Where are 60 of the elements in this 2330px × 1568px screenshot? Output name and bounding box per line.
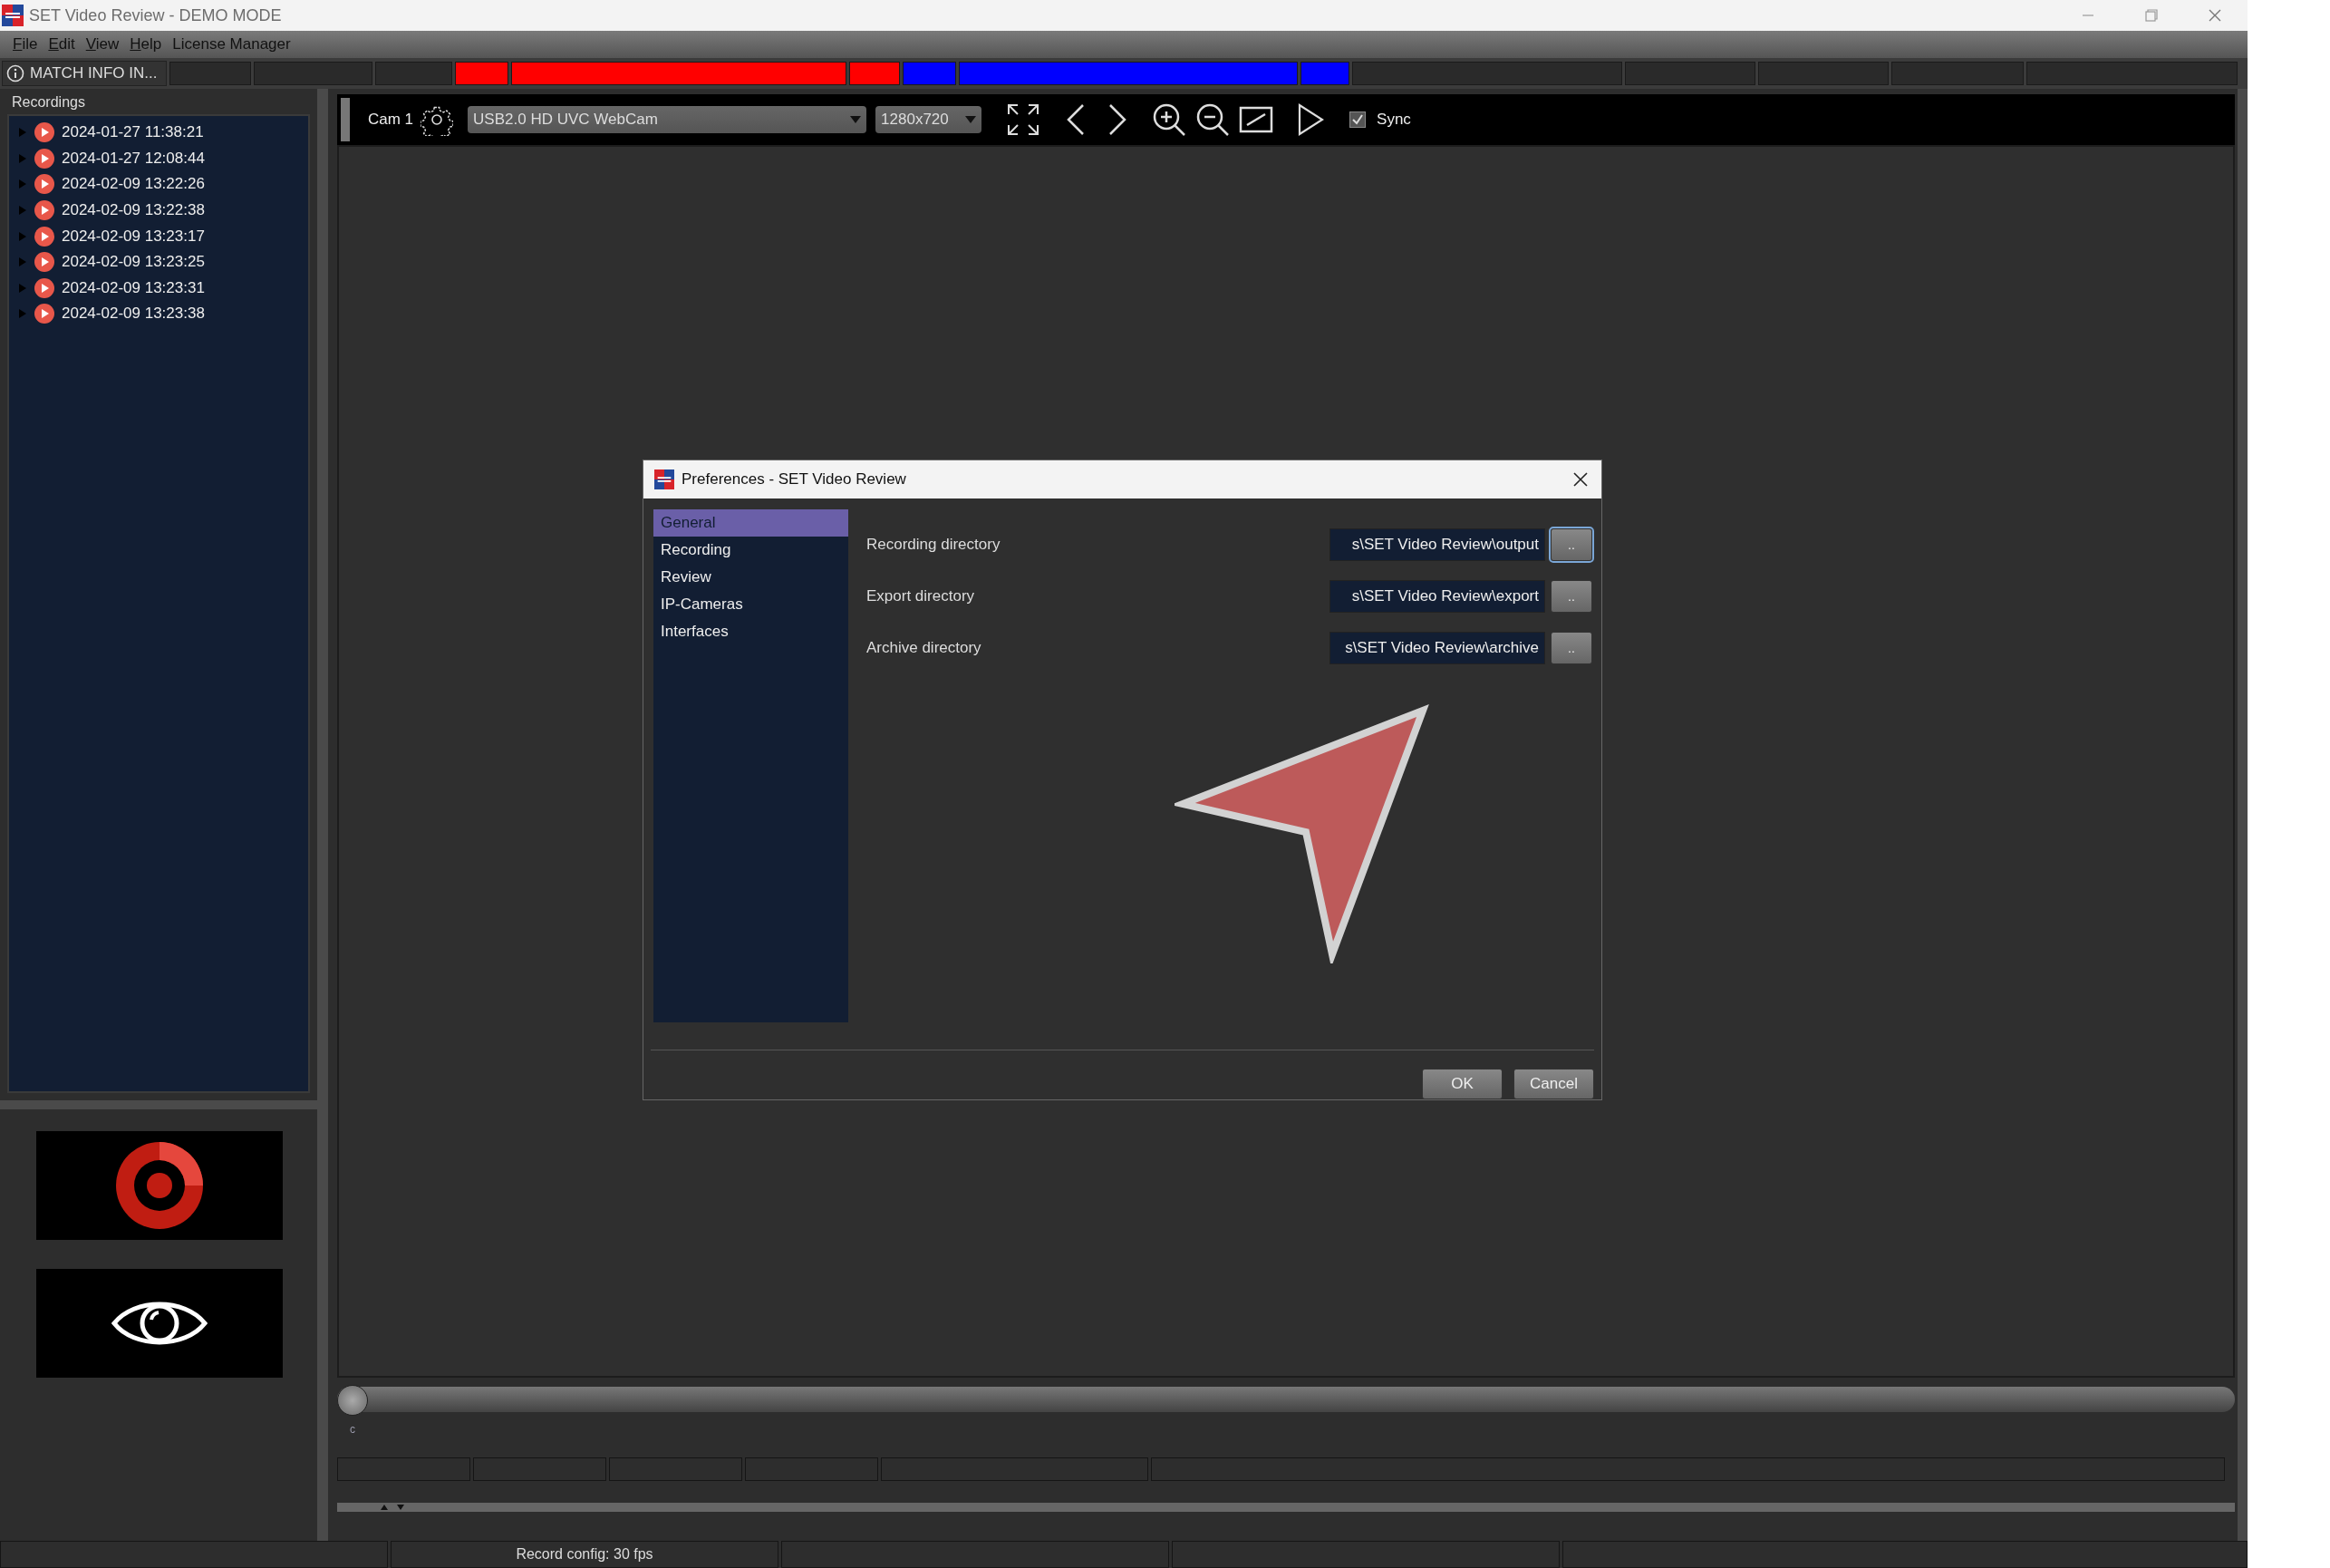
- play-circle-icon[interactable]: [34, 200, 54, 221]
- splitter-handle[interactable]: [317, 89, 328, 1541]
- play-circle-icon[interactable]: [34, 122, 54, 143]
- play-circle-icon[interactable]: [34, 148, 54, 169]
- play-icon[interactable]: [1297, 103, 1325, 136]
- browse-button[interactable]: ..: [1551, 631, 1592, 664]
- recording-timestamp[interactable]: 2024-02-09 13:23:25: [62, 253, 205, 272]
- record-target-icon: [114, 1140, 205, 1231]
- camera-label: Cam 1: [368, 111, 414, 129]
- fit-to-window-icon[interactable]: [1239, 106, 1274, 133]
- nav-item[interactable]: Interfaces: [653, 618, 848, 645]
- setting-label: Archive directory: [866, 638, 982, 657]
- play-circle-icon[interactable]: [34, 252, 54, 273]
- sync-checkbox[interactable]: [1349, 111, 1367, 128]
- nav-item[interactable]: Review: [653, 564, 848, 591]
- window-title: SET Video Review - DEMO MODE: [29, 5, 282, 25]
- camera-dropdown[interactable]: USB2.0 HD UVC WebCam: [468, 106, 867, 133]
- toolbar-grip[interactable]: [341, 98, 350, 141]
- play-circle-icon[interactable]: [34, 226, 54, 247]
- close-icon[interactable]: [1572, 471, 1589, 488]
- play-circle-icon[interactable]: [34, 174, 54, 195]
- splitter-handle[interactable]: [337, 1503, 2235, 1512]
- slider-thumb[interactable]: [337, 1385, 368, 1416]
- match-info-button[interactable]: MATCH INFO IN...: [2, 61, 167, 86]
- setting-label: Recording directory: [866, 535, 1001, 554]
- play-circle-icon[interactable]: [34, 277, 54, 298]
- nav-item[interactable]: IP-Cameras: [653, 591, 848, 618]
- directory-field[interactable]: s\SET Video Review\archive: [1329, 631, 1545, 664]
- recording-timestamp[interactable]: 2024-01-27 12:08:44: [62, 149, 205, 168]
- nav-item[interactable]: Recording: [653, 537, 848, 564]
- zoom-in-icon[interactable]: [1152, 102, 1187, 137]
- app-logo-icon: [654, 469, 674, 489]
- directory-field[interactable]: s\SET Video Review\export: [1329, 579, 1545, 613]
- splitter-handle[interactable]: [0, 1100, 317, 1109]
- recording-timestamp[interactable]: 2024-02-09 13:23:31: [62, 278, 205, 297]
- side-panel-handle[interactable]: [2238, 89, 2248, 1541]
- directory-field[interactable]: s\SET Video Review\output: [1329, 528, 1545, 561]
- recording-timestamp[interactable]: 2024-02-09 13:22:38: [62, 201, 205, 220]
- info-icon: [6, 64, 24, 82]
- recordings-title: Recordings: [11, 93, 86, 111]
- dialog-title: Preferences - SET Video Review: [682, 470, 907, 489]
- dropdown-arrow-icon: [850, 116, 862, 123]
- sync-label: Sync: [1377, 111, 1411, 129]
- record-preview-panel[interactable]: [36, 1131, 283, 1240]
- timeline-marker: c: [349, 1423, 356, 1436]
- play-circle-icon[interactable]: [34, 304, 54, 324]
- dialog-button[interactable]: OK: [1422, 1069, 1503, 1099]
- dialog-button[interactable]: Cancel: [1513, 1069, 1594, 1099]
- review-preview-panel[interactable]: [36, 1269, 283, 1378]
- record-config-status: Record config: 30 fps: [391, 1541, 778, 1568]
- recording-timestamp[interactable]: 2024-02-09 13:22:26: [62, 175, 205, 194]
- resolution-dropdown[interactable]: 1280x720: [875, 106, 982, 133]
- recording-timestamp[interactable]: 2024-01-27 11:38:21: [62, 123, 204, 142]
- browse-button[interactable]: ..: [1551, 579, 1592, 613]
- browse-button[interactable]: ..: [1551, 528, 1592, 561]
- recording-timestamp[interactable]: 2024-02-09 13:23:38: [62, 305, 205, 324]
- dropdown-arrow-icon: [965, 116, 977, 123]
- setting-label: Export directory: [866, 586, 976, 605]
- zoom-out-icon[interactable]: [1195, 102, 1231, 137]
- recording-timestamp[interactable]: 2024-02-09 13:23:17: [62, 227, 205, 246]
